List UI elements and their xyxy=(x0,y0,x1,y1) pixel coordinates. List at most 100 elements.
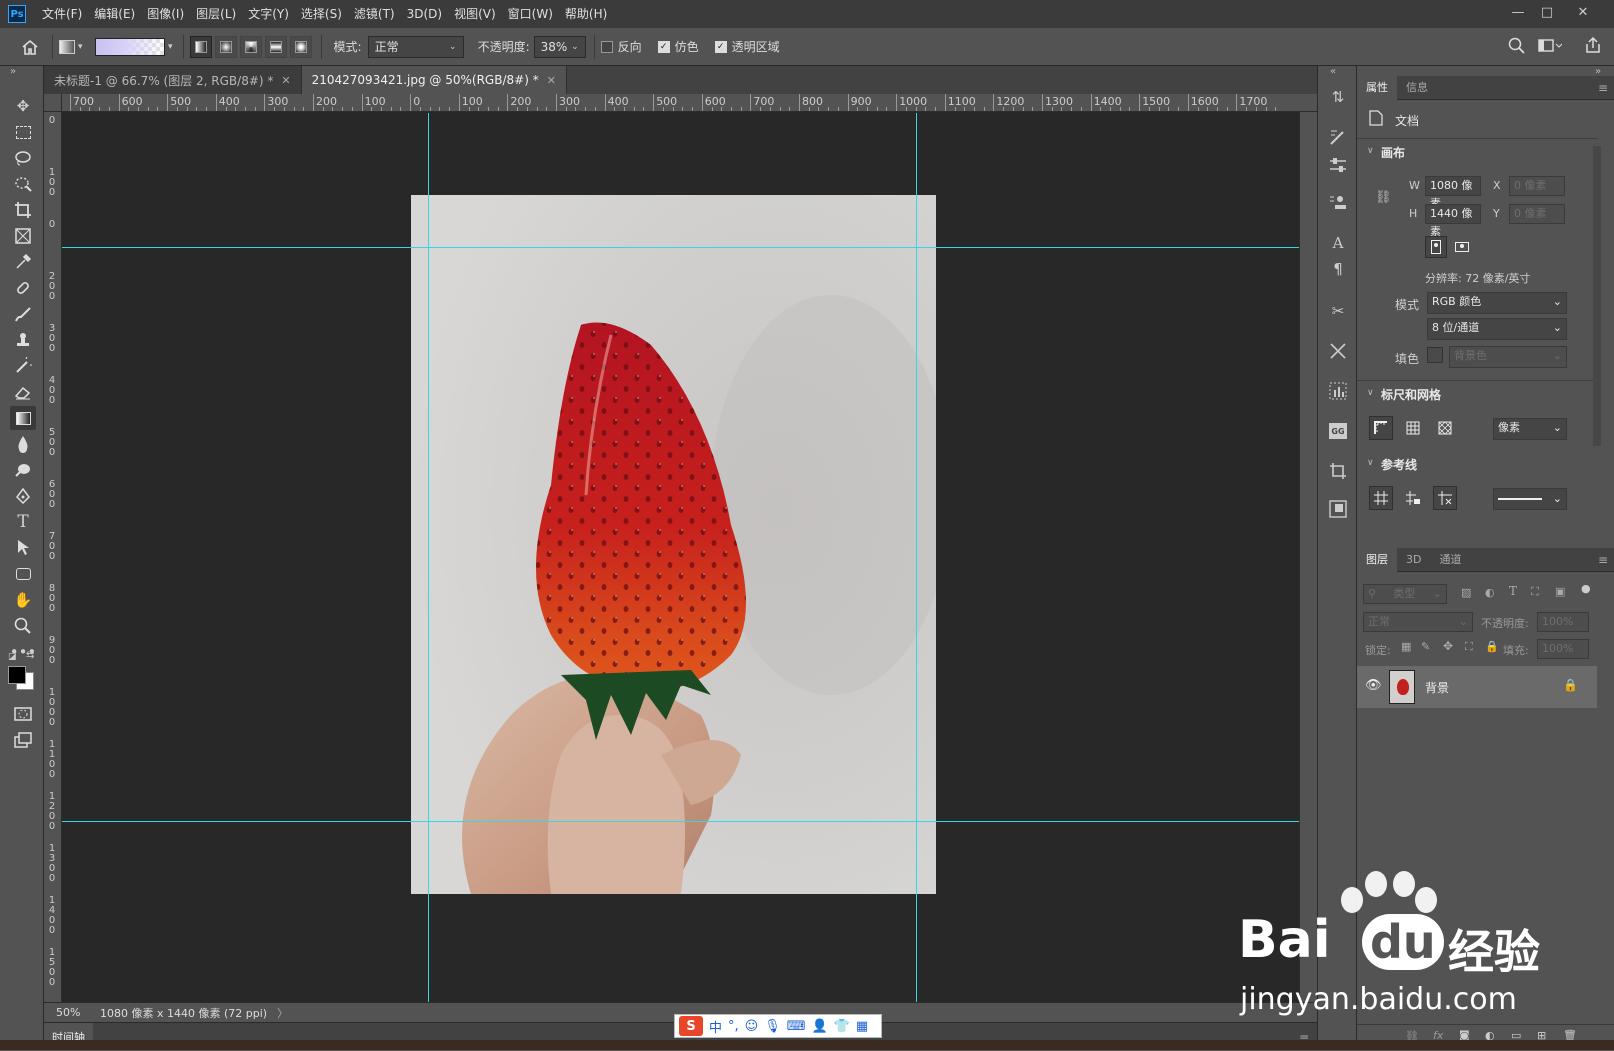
tab-untitled[interactable]: 未标题-1 @ 66.7% (图层 2, RGB/8#) * ✕ xyxy=(44,66,302,94)
new-guide-layout-icon[interactable] xyxy=(1433,486,1457,510)
path-selection-tool-icon[interactable] xyxy=(10,536,36,560)
quick-mask-icon[interactable] xyxy=(10,702,36,726)
ruler-toggle-icon[interactable] xyxy=(1369,416,1393,440)
history-panel-icon[interactable]: ⇅ xyxy=(1325,84,1351,110)
horizontal-ruler[interactable]: 700 600 500 400 300 200 100 0 100 200 300 400 500 600… xyxy=(62,94,1319,112)
rectangle-tool-icon[interactable] xyxy=(10,562,36,586)
filter-pixel-icon[interactable]: ▨ xyxy=(1461,586,1471,599)
microphone-icon[interactable]: 🎙 xyxy=(764,1019,781,1034)
opacity-input[interactable]: 38% ⌄ xyxy=(533,35,586,58)
status-menu-arrow[interactable]: 〉 xyxy=(277,1005,288,1021)
guide-lines-icon[interactable] xyxy=(1369,486,1393,510)
lock-paint-icon[interactable]: ✎ xyxy=(1421,640,1430,653)
dither-checkbox[interactable]: ✓ xyxy=(657,40,670,53)
default-colors-icon[interactable]: ◪ xyxy=(8,652,17,662)
adjustments-icon[interactable] xyxy=(1325,152,1351,178)
workspace-icon[interactable] xyxy=(1538,38,1563,57)
menu-3d[interactable]: 3D(D) xyxy=(401,0,448,28)
eraser-tool-icon[interactable] xyxy=(10,380,36,404)
home-icon[interactable] xyxy=(14,33,46,61)
foreground-color-swatch[interactable] xyxy=(8,666,26,684)
link-icon[interactable]: ⛓ xyxy=(1375,190,1392,205)
lock-all-icon[interactable]: 🔒 xyxy=(1485,640,1499,653)
emoji-icon[interactable]: ☺ xyxy=(745,1019,759,1034)
guide-style-select[interactable]: ⌄ xyxy=(1493,488,1567,510)
brush-settings-icon[interactable] xyxy=(1325,124,1351,150)
transparency-checkbox[interactable]: ✓ xyxy=(714,40,727,53)
close-tab-icon[interactable]: ✕ xyxy=(547,74,556,87)
height-field[interactable]: 1440 像素 xyxy=(1425,204,1481,238)
reflected-gradient-button[interactable] xyxy=(264,35,287,58)
guide-horizontal-top[interactable] xyxy=(62,247,1319,248)
ime-punctuation[interactable]: °, xyxy=(728,1019,739,1034)
fill-color-swatch[interactable] xyxy=(1427,347,1443,363)
navigator-panel-icon[interactable] xyxy=(1325,496,1351,522)
angle-gradient-button[interactable] xyxy=(239,35,262,58)
blend-mode-select[interactable]: 正常 ⌄ xyxy=(1363,612,1473,632)
chevron-down-icon[interactable]: ∨ xyxy=(1367,146,1374,156)
vertical-scrollbar[interactable] xyxy=(1299,112,1317,1002)
x-field[interactable]: 0 像素 xyxy=(1509,176,1565,196)
tab-channels[interactable]: 通道 xyxy=(1430,548,1470,572)
menu-image[interactable]: 图像(I) xyxy=(141,0,190,28)
layer-row[interactable]: 👁 背景 🔒 xyxy=(1357,666,1597,708)
menu-window[interactable]: 窗口(W) xyxy=(502,0,559,28)
menu-view[interactable]: 视图(V) xyxy=(448,0,502,28)
dodge-tool-icon[interactable] xyxy=(10,458,36,482)
gradient-picker[interactable]: ▾ xyxy=(95,37,173,56)
diamond-gradient-button[interactable] xyxy=(289,35,312,58)
y-field[interactable]: 0 像素 xyxy=(1509,204,1565,224)
filter-toggle-icon[interactable]: ● xyxy=(1581,582,1591,595)
properties-scrollbar[interactable] xyxy=(1593,146,1601,446)
crop-panel-icon[interactable] xyxy=(1325,458,1351,484)
blur-tool-icon[interactable] xyxy=(10,432,36,456)
eyedropper-tool-icon[interactable] xyxy=(10,250,36,274)
filter-shape-icon[interactable]: ⛶ xyxy=(1531,585,1539,599)
pen-tool-icon[interactable] xyxy=(10,484,36,508)
canvas[interactable] xyxy=(62,113,1319,1002)
brush-tool-icon[interactable] xyxy=(10,302,36,326)
reverse-checkbox[interactable] xyxy=(600,40,613,53)
bit-depth-select[interactable]: 8 位/通道 ⌄ xyxy=(1427,318,1567,340)
radial-gradient-button[interactable] xyxy=(214,35,237,58)
layer-name[interactable]: 背景 xyxy=(1425,679,1449,696)
grid-icon[interactable] xyxy=(1401,416,1425,440)
lock-guides-icon[interactable] xyxy=(1401,486,1425,510)
keyboard-icon[interactable]: ⌨ xyxy=(787,1019,806,1034)
eye-icon[interactable]: 👁 xyxy=(1365,678,1382,693)
collapse-strip-icon[interactable]: « xyxy=(1330,66,1336,77)
menu-select[interactable]: 选择(S) xyxy=(295,0,348,28)
menu-edit[interactable]: 编辑(E) xyxy=(88,0,141,28)
zoom-level[interactable]: 50% xyxy=(56,1006,90,1019)
tab-3d[interactable]: 3D xyxy=(1397,548,1430,572)
linear-gradient-button[interactable] xyxy=(189,35,212,58)
lock-position-icon[interactable]: ✥ xyxy=(1443,639,1453,653)
tool-presets-icon[interactable]: ✂ xyxy=(1325,298,1351,324)
actions-panel-icon[interactable] xyxy=(1325,338,1351,364)
gradient-tool-preset-icon[interactable]: ▾ xyxy=(59,36,87,58)
menu-file[interactable]: 文件(F) xyxy=(36,0,88,28)
glyphs-panel-icon[interactable]: GG xyxy=(1325,418,1351,444)
filter-type-icon[interactable]: T xyxy=(1509,584,1517,598)
menu-type[interactable]: 文字(Y) xyxy=(242,0,295,28)
tab-properties[interactable]: 属性 xyxy=(1357,75,1397,100)
layer-opacity-field[interactable]: 100% xyxy=(1537,612,1589,632)
crop-tool-icon[interactable] xyxy=(10,198,36,222)
user-icon[interactable]: 👤 xyxy=(812,1019,828,1034)
type-tool-icon[interactable]: T xyxy=(10,510,36,534)
ruler-units-select[interactable]: 像素 ⌄ xyxy=(1493,418,1567,440)
fill-select[interactable]: 背景色 ⌄ xyxy=(1449,346,1567,368)
landscape-orientation-icon[interactable] xyxy=(1451,236,1473,258)
skin-icon[interactable]: 👕 xyxy=(834,1019,850,1034)
histogram-icon[interactable] xyxy=(1325,378,1351,404)
swap-colors-icon[interactable]: ⇆ xyxy=(26,650,34,661)
zoom-tool-icon[interactable] xyxy=(10,614,36,638)
portrait-orientation-icon[interactable] xyxy=(1425,236,1447,258)
history-brush-tool-icon[interactable] xyxy=(10,354,36,378)
menu-layer[interactable]: 图层(L) xyxy=(190,0,242,28)
collapse-toolbar-icon[interactable]: » xyxy=(10,66,16,77)
marquee-tool-icon[interactable] xyxy=(10,120,36,144)
healing-brush-tool-icon[interactable] xyxy=(10,276,36,300)
paragraph-panel-icon[interactable]: ¶ xyxy=(1325,256,1351,282)
width-field[interactable]: 1080 像素 xyxy=(1425,176,1481,210)
